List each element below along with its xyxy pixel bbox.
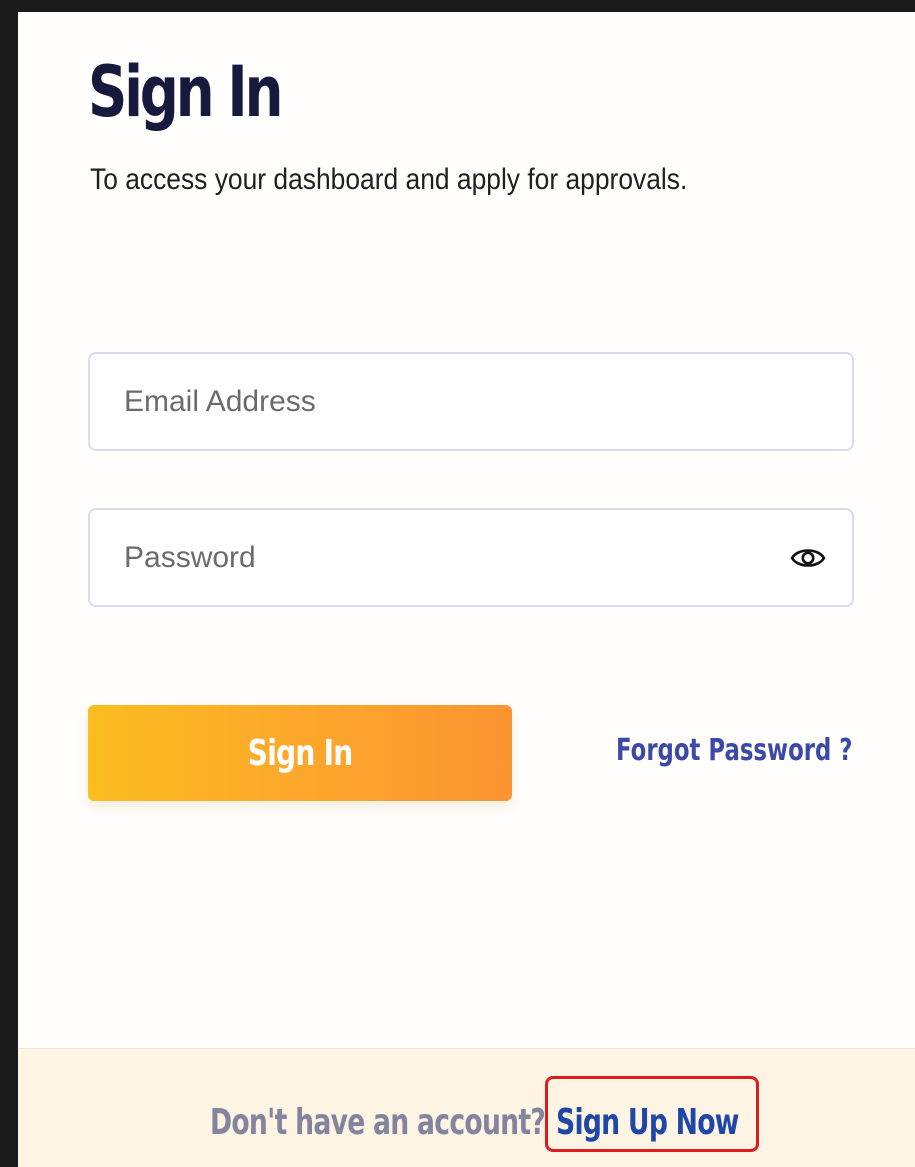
sign-up-link[interactable]: Sign Up Now: [556, 1101, 739, 1145]
password-field-container: [88, 508, 854, 607]
email-input[interactable]: [90, 354, 852, 449]
forgot-password-link[interactable]: Forgot Password ?: [616, 731, 852, 771]
signin-panel: Sign In To access your dashboard and app…: [18, 12, 915, 1167]
signup-prompt: Don't have an account?: [210, 1102, 546, 1143]
signup-footer: Don't have an account? Sign Up Now: [18, 1048, 915, 1167]
page-subtitle: To access your dashboard and apply for a…: [90, 163, 688, 196]
email-field-container: [88, 352, 854, 451]
sign-in-button[interactable]: Sign In: [88, 705, 512, 801]
page-title: Sign In: [88, 51, 283, 133]
password-input[interactable]: [90, 510, 852, 605]
eye-icon[interactable]: [790, 543, 826, 573]
sign-in-button-label: Sign In: [247, 732, 353, 774]
